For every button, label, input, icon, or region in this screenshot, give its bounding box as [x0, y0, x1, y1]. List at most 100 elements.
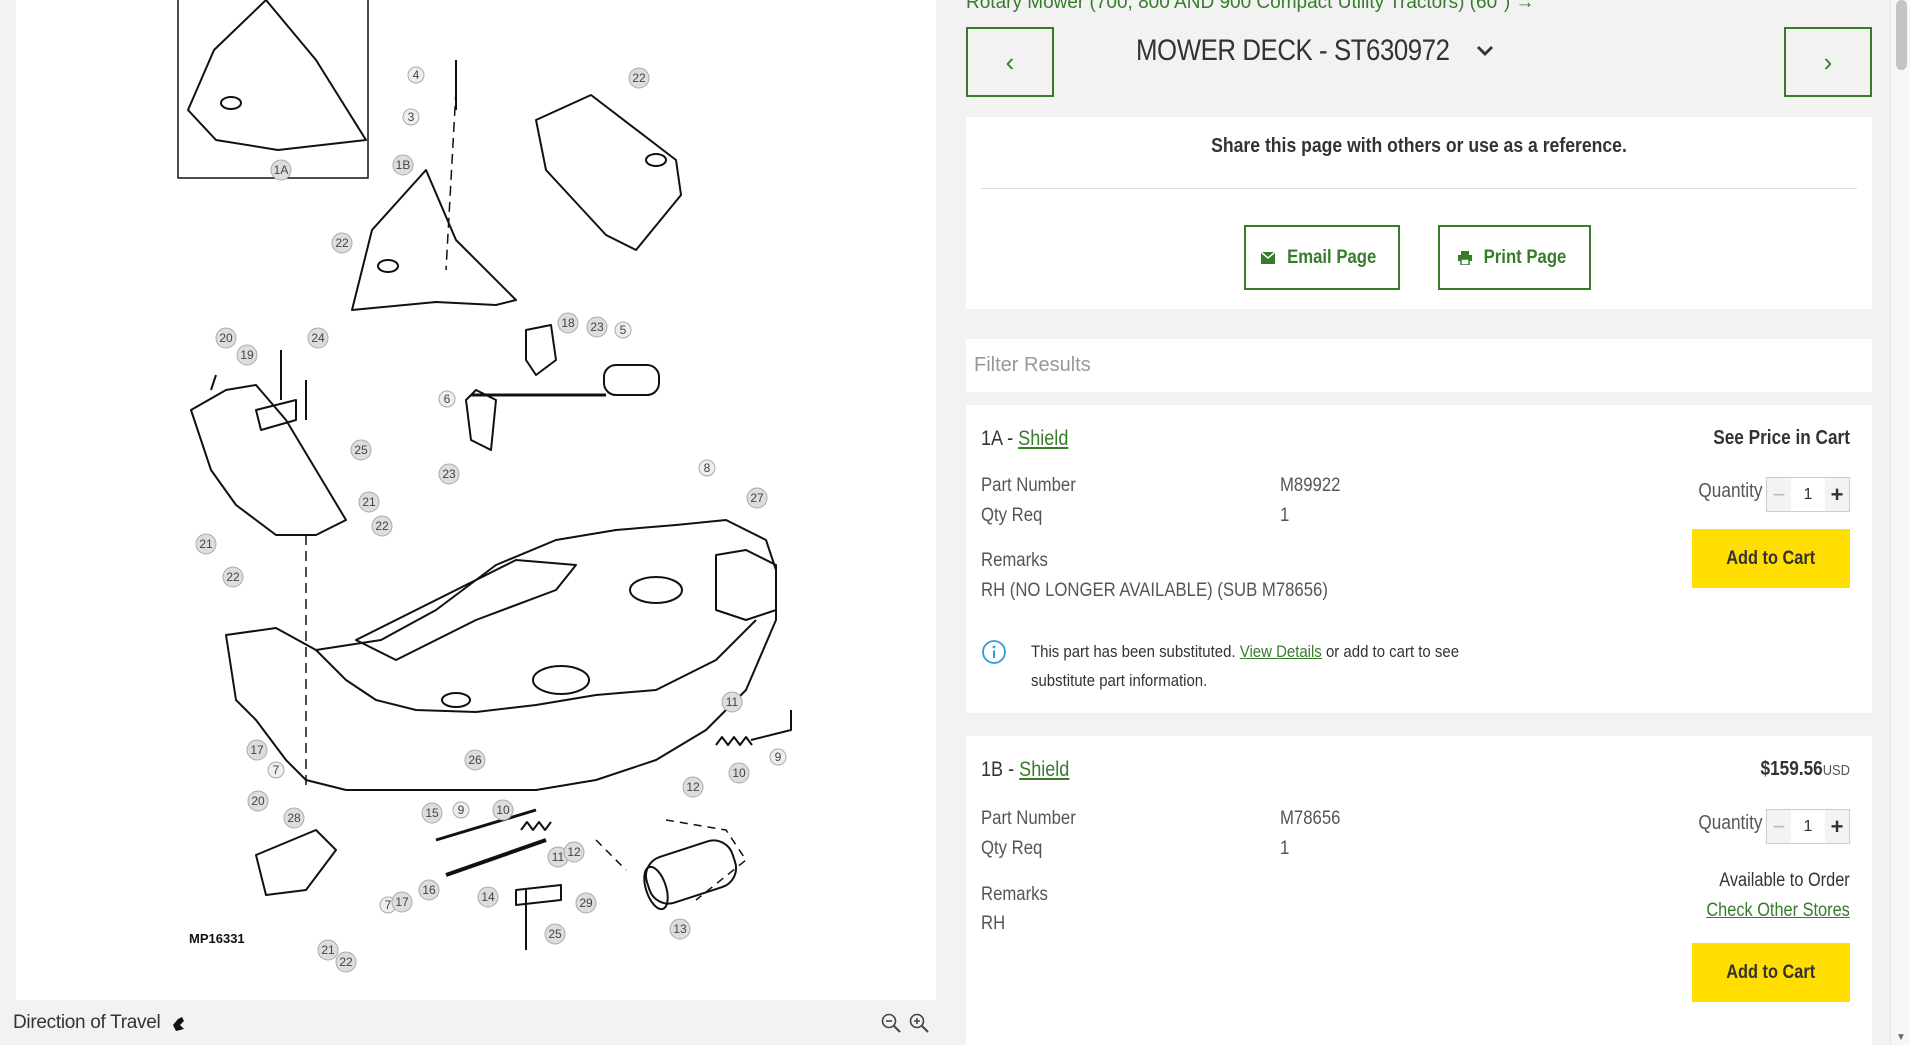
callout-21c: 21 — [317, 939, 339, 961]
callout-22c: 22 — [371, 515, 393, 537]
svg-text:10: 10 — [732, 766, 746, 780]
svg-text:1A: 1A — [274, 163, 289, 177]
svg-text:18: 18 — [561, 316, 575, 330]
callout-8: 8 — [698, 459, 716, 477]
decrement-button[interactable]: − — [1767, 478, 1791, 511]
quantity-value[interactable]: 1 — [1791, 818, 1825, 836]
svg-text:20: 20 — [251, 794, 265, 808]
diagram-code: MP16331 — [189, 931, 245, 946]
callout-17b: 17 — [391, 891, 413, 913]
svg-text:10: 10 — [496, 803, 510, 817]
part-ref: 1B — [981, 758, 1004, 781]
callout-3: 3 — [402, 108, 420, 126]
callout-5: 5 — [614, 321, 632, 339]
quantity-stepper[interactable]: − 1 + — [1766, 809, 1850, 844]
svg-text:22: 22 — [339, 955, 353, 969]
chevron-left-icon: ‹ — [1005, 46, 1015, 77]
svg-text:22: 22 — [226, 570, 240, 584]
increment-button[interactable]: + — [1825, 478, 1849, 511]
svg-text:15: 15 — [425, 806, 439, 820]
svg-text:22: 22 — [335, 236, 349, 250]
remarks-value: RH — [981, 913, 1006, 934]
callout-22b: 22 — [331, 232, 353, 254]
qty-req-value: 1 — [1280, 838, 1290, 859]
part-heading: 1B - Shield — [981, 758, 1070, 781]
quantity-stepper[interactable]: − 1 + — [1766, 477, 1850, 512]
callout-6: 6 — [438, 390, 456, 408]
callout-18: 18 — [557, 312, 579, 334]
quantity-value[interactable]: 1 — [1791, 486, 1825, 504]
callout-17: 17 — [246, 739, 268, 761]
callout-15: 15 — [421, 802, 443, 824]
scrollbar[interactable]: ▼ — [1890, 0, 1910, 1045]
callout-27: 27 — [746, 487, 768, 509]
part-name-link[interactable]: Shield — [1019, 758, 1069, 781]
callout-14: 14 — [477, 886, 499, 908]
svg-text:26: 26 — [468, 753, 482, 767]
svg-text:9: 9 — [775, 750, 782, 764]
notice-text-1: This part has been substituted. — [1031, 642, 1236, 661]
callout-20b: 20 — [247, 790, 269, 812]
add-to-cart-button[interactable]: Add to Cart — [1692, 529, 1850, 588]
add-to-cart-button[interactable]: Add to Cart — [1692, 943, 1850, 1002]
svg-text:16: 16 — [422, 883, 436, 897]
direction-of-travel-label: Direction of Travel — [13, 1011, 161, 1033]
price-label: $159.56USD — [1761, 758, 1850, 781]
tractor-direction-icon — [173, 1016, 185, 1031]
svg-text:23: 23 — [442, 467, 456, 481]
page-title-dropdown[interactable]: MOWER DECK - ST630972 — [1136, 30, 1495, 72]
view-details-link[interactable]: View Details — [1240, 642, 1322, 661]
zoom-in-icon[interactable] — [908, 1012, 930, 1034]
svg-text:28: 28 — [287, 811, 301, 825]
svg-text:19: 19 — [240, 348, 254, 362]
add-to-cart-label: Add to Cart — [1726, 961, 1816, 983]
next-page-button[interactable]: › — [1784, 27, 1872, 97]
info-icon — [982, 640, 1006, 664]
svg-text:21: 21 — [362, 495, 376, 509]
callout-22d: 22 — [222, 566, 244, 588]
callout-29: 29 — [575, 892, 597, 914]
callout-23: 23 — [586, 316, 608, 338]
email-page-button[interactable]: Email Page — [1244, 225, 1400, 290]
callout-24: 24 — [307, 327, 329, 349]
diagram-footer: Direction of Travel — [0, 1000, 936, 1045]
part-name-link[interactable]: Shield — [1018, 427, 1068, 450]
check-other-stores-link[interactable]: Check Other Stores — [1707, 900, 1850, 922]
notice-text-3: substitute part information. — [1031, 671, 1208, 690]
svg-text:25: 25 — [548, 927, 562, 941]
svg-text:24: 24 — [311, 331, 325, 345]
callout-16: 16 — [418, 879, 440, 901]
previous-page-button[interactable]: ‹ — [966, 27, 1054, 97]
scroll-thumb[interactable] — [1896, 0, 1907, 70]
remarks-value: RH (NO LONGER AVAILABLE) (SUB M78656) — [981, 580, 1328, 601]
scroll-down-arrow-icon[interactable]: ▼ — [1896, 1032, 1906, 1043]
svg-text:11: 11 — [726, 695, 739, 709]
breadcrumb[interactable]: Rotary Mower (700, 800 AND 900 Compact U… — [966, 0, 1535, 14]
callout-9: 9 — [769, 748, 787, 766]
price-currency: USD — [1822, 762, 1850, 779]
envelope-icon — [1261, 251, 1276, 264]
chevron-right-icon: › — [1823, 46, 1833, 77]
decrement-button[interactable]: − — [1767, 810, 1791, 843]
qty-req-label: Qty Req — [981, 505, 1043, 526]
substitution-notice: This part has been substituted. View Det… — [981, 637, 1471, 695]
callout-26: 26 — [464, 749, 486, 771]
filter-results-input[interactable] — [974, 354, 1854, 377]
zoom-out-icon[interactable] — [880, 1012, 902, 1034]
callout-25: 25 — [350, 439, 372, 461]
page-title: MOWER DECK - ST630972 — [1136, 34, 1450, 67]
part-number-value: M78656 — [1280, 808, 1341, 829]
svg-text:22: 22 — [375, 519, 389, 533]
increment-button[interactable]: + — [1825, 810, 1849, 843]
svg-text:5: 5 — [620, 323, 627, 337]
notice-text-2: or add to cart to see — [1325, 642, 1460, 661]
parts-diagram[interactable]: 1A 1B 22 4 3 22 20 19 24 18 23 5 6 25 23… — [16, 0, 936, 1000]
svg-text:6: 6 — [444, 392, 451, 406]
svg-text:12: 12 — [567, 845, 581, 859]
callout-10b: 10 — [492, 799, 514, 821]
print-page-button[interactable]: Print Page — [1438, 225, 1591, 290]
remarks-label: Remarks — [981, 884, 1048, 905]
svg-text:8: 8 — [704, 461, 711, 475]
callout-13: 13 — [669, 918, 691, 940]
callout-10: 10 — [728, 762, 750, 784]
